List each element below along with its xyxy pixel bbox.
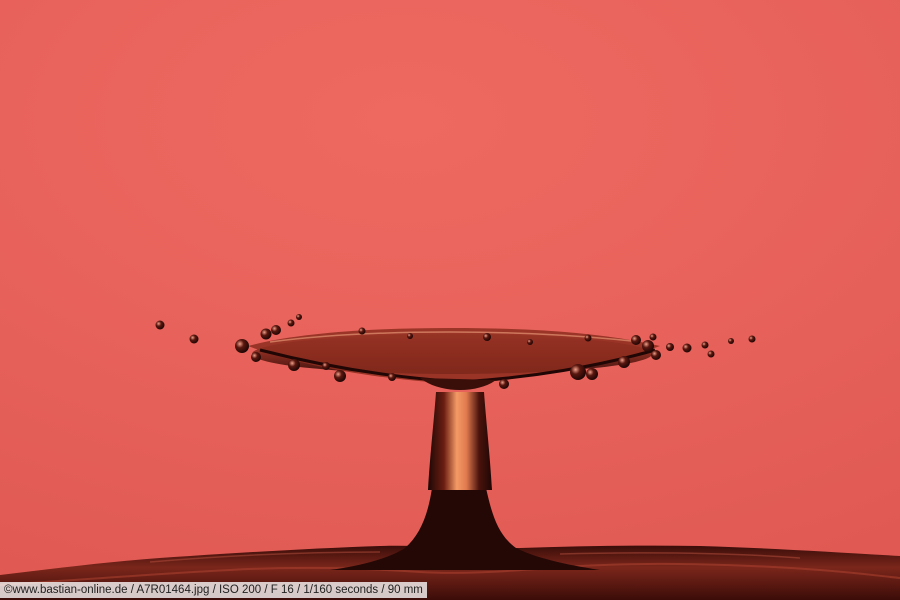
splash-illustration <box>0 314 900 600</box>
photo-caption: ©www.bastian-online.de / A7R01464.jpg / … <box>0 582 427 598</box>
splash-disc <box>248 328 660 390</box>
liquid-column <box>428 392 492 490</box>
splash-photo: ©www.bastian-online.de / A7R01464.jpg / … <box>0 0 900 600</box>
